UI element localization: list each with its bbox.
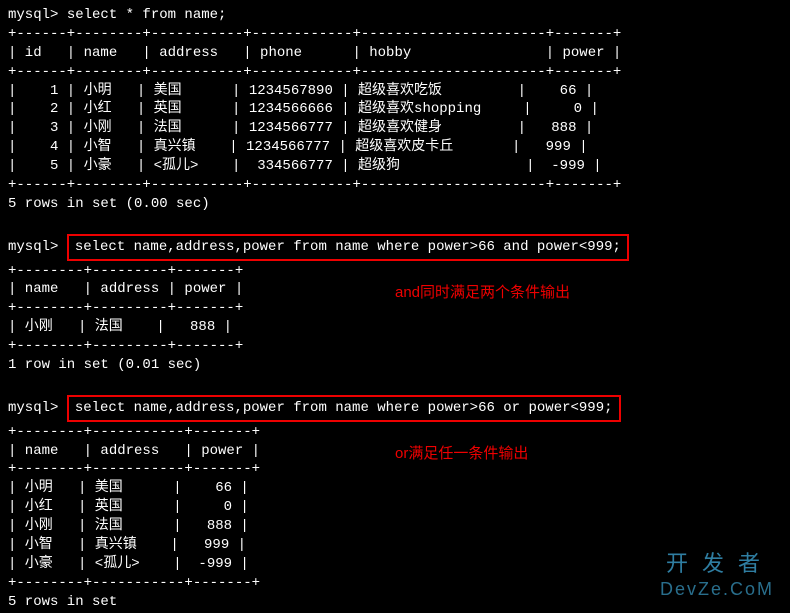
table-row: | 4 | 小智 | 真兴镇 | 1234566777 | 超级喜欢皮卡丘 | … bbox=[8, 139, 588, 155]
table-row: | 1 | 小明 | 美国 | 1234567890 | 超级喜欢吃饭 | 66… bbox=[8, 83, 593, 99]
result-table-2: +--------+---------+-------+ | name | ad… bbox=[8, 262, 782, 356]
table-border: +--------+---------+-------+ bbox=[8, 300, 243, 316]
prompt-prefix: mysql> bbox=[8, 239, 67, 255]
table-header: | name | address | power | bbox=[8, 443, 260, 459]
table-border: +--------+-----------+-------+ bbox=[8, 424, 260, 440]
table-row: | 小智 | 真兴镇 | 999 | bbox=[8, 537, 246, 553]
result-table-1: +------+--------+-----------+-----------… bbox=[8, 25, 782, 195]
table-border: +------+--------+-----------+-----------… bbox=[8, 177, 621, 193]
table-row: | 小刚 | 法国 | 888 | bbox=[8, 319, 232, 335]
result-footer-2: 1 row in set (0.01 sec) bbox=[8, 356, 782, 375]
sql-command-2-highlighted: select name,address,power from name wher… bbox=[67, 234, 629, 261]
result-footer-1: 5 rows in set (0.00 sec) bbox=[8, 195, 782, 214]
table-row: | 小红 | 英国 | 0 | bbox=[8, 499, 249, 515]
table-row: | 2 | 小红 | 英国 | 1234566666 | 超级喜欢shoppin… bbox=[8, 101, 599, 117]
table-row: | 小豪 | <孤儿> | -999 | bbox=[8, 556, 249, 572]
prompt-prefix: mysql> bbox=[8, 7, 67, 23]
table-border: +--------+-----------+-------+ bbox=[8, 575, 260, 591]
annotation-and: and同时满足两个条件输出 bbox=[395, 283, 570, 303]
table-header: | id | name | address | phone | hobby | … bbox=[8, 45, 621, 61]
sql-command-1: select * from name; bbox=[67, 7, 227, 23]
mysql-prompt-1: mysql> select * from name; bbox=[8, 6, 782, 25]
table-border: +--------+---------+-------+ bbox=[8, 338, 243, 354]
table-row: | 小明 | 美国 | 66 | bbox=[8, 480, 249, 496]
result-footer-3: 5 rows in set bbox=[8, 593, 782, 612]
table-border: +------+--------+-----------+-----------… bbox=[8, 26, 621, 42]
mysql-prompt-2: mysql> select name,address,power from na… bbox=[8, 233, 782, 262]
mysql-prompt-3: mysql> select name,address,power from na… bbox=[8, 394, 782, 423]
table-row: | 小刚 | 法国 | 888 | bbox=[8, 518, 249, 534]
annotation-or: or满足任一条件输出 bbox=[395, 444, 528, 464]
table-border: +--------+---------+-------+ bbox=[8, 263, 243, 279]
table-border: +--------+-----------+-------+ bbox=[8, 461, 260, 477]
table-row: | 3 | 小刚 | 法国 | 1234566777 | 超级喜欢健身 | 88… bbox=[8, 120, 593, 136]
sql-command-3-highlighted: select name,address,power from name wher… bbox=[67, 395, 621, 422]
table-row: | 5 | 小豪 | <孤儿> | 334566777 | 超级狗 | -999… bbox=[8, 158, 602, 174]
prompt-prefix: mysql> bbox=[8, 400, 67, 416]
table-header: | name | address | power | bbox=[8, 281, 243, 297]
table-border: +------+--------+-----------+-----------… bbox=[8, 64, 621, 80]
